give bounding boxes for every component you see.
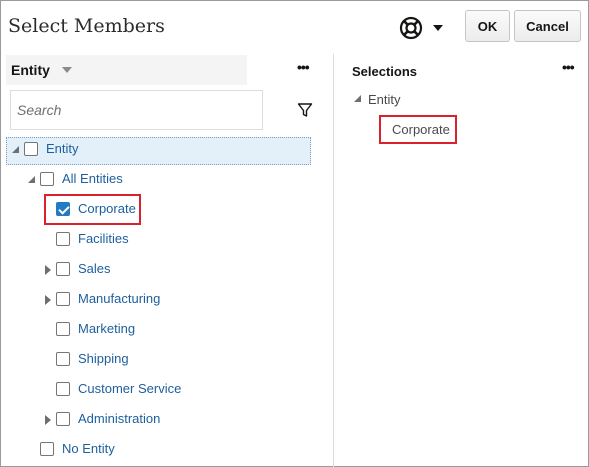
checkbox-no-entity[interactable] xyxy=(40,442,54,456)
tree-node-customer-service[interactable]: Customer Service xyxy=(78,381,181,396)
checkbox-marketing[interactable] xyxy=(56,322,70,336)
tree-node-shipping[interactable]: Shipping xyxy=(78,351,129,366)
select-members-dialog: Select Members OK Cancel Entity ••• Sear… xyxy=(0,0,589,467)
collapse-triangle-icon[interactable] xyxy=(27,174,37,186)
selections-more-icon[interactable]: ••• xyxy=(562,59,580,79)
selected-item-corporate[interactable]: Corporate xyxy=(392,122,450,137)
tree-node-all-entities[interactable]: All Entities xyxy=(62,171,123,186)
tree-node-entity[interactable]: Entity xyxy=(46,141,79,156)
tree-node-marketing[interactable]: Marketing xyxy=(78,321,135,336)
pane-divider xyxy=(333,54,334,467)
filter-icon[interactable] xyxy=(297,102,313,118)
collapse-triangle-icon[interactable] xyxy=(353,94,363,104)
expand-triangle-icon[interactable] xyxy=(43,264,53,276)
tree-node-manufacturing[interactable]: Manufacturing xyxy=(78,291,160,306)
chevron-down-icon xyxy=(433,24,443,32)
checkbox-customer-service[interactable] xyxy=(56,382,70,396)
checkbox-administration[interactable] xyxy=(56,412,70,426)
more-actions-icon[interactable]: ••• xyxy=(297,59,315,79)
expand-triangle-icon[interactable] xyxy=(43,294,53,306)
cancel-button[interactable]: Cancel xyxy=(514,10,581,42)
checkbox-manufacturing[interactable] xyxy=(56,292,70,306)
help-menu-button[interactable] xyxy=(399,15,447,41)
dialog-title: Select Members xyxy=(8,15,165,37)
tree-node-sales[interactable]: Sales xyxy=(78,261,111,276)
caret-down-icon xyxy=(61,67,72,73)
checkbox-entity[interactable] xyxy=(24,142,38,156)
highlight-box xyxy=(44,194,141,225)
checkbox-shipping[interactable] xyxy=(56,352,70,366)
selection-group-entity: Entity xyxy=(368,92,401,107)
expand-triangle-icon[interactable] xyxy=(43,414,53,426)
dimension-label: Entity xyxy=(11,62,50,78)
checkbox-all-entities[interactable] xyxy=(40,172,54,186)
tree-node-facilities[interactable]: Facilities xyxy=(78,231,129,246)
tree-node-administration[interactable]: Administration xyxy=(78,411,160,426)
search-input[interactable] xyxy=(10,90,263,130)
checkbox-facilities[interactable] xyxy=(56,232,70,246)
dimension-selector[interactable]: Entity xyxy=(6,55,247,85)
collapse-triangle-icon[interactable] xyxy=(11,144,21,156)
tree-node-no-entity[interactable]: No Entity xyxy=(62,441,115,456)
selections-title: Selections xyxy=(352,64,418,79)
checkbox-sales[interactable] xyxy=(56,262,70,276)
ok-button[interactable]: OK xyxy=(465,10,510,42)
lifebuoy-icon xyxy=(399,16,423,40)
